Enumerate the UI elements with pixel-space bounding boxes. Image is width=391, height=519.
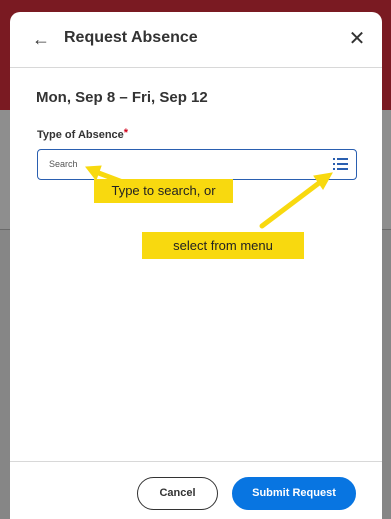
dialog-footer: Cancel Submit Request xyxy=(10,461,382,519)
list-menu-icon[interactable] xyxy=(333,157,348,171)
annotation-callout-search: Type to search, or xyxy=(94,179,233,203)
field-label-text: Type of Absence xyxy=(37,129,124,141)
dialog-header: ← Request Absence ✕ xyxy=(10,12,382,68)
absence-type-search-input[interactable]: Search xyxy=(37,149,357,180)
required-marker: * xyxy=(123,127,129,139)
close-icon[interactable]: ✕ xyxy=(344,26,370,52)
search-placeholder: Search xyxy=(49,159,78,169)
cancel-button[interactable]: Cancel xyxy=(137,477,218,510)
submit-request-button[interactable]: Submit Request xyxy=(232,477,356,510)
dialog-title: Request Absence xyxy=(64,29,198,46)
type-of-absence-label: Type of Absence* xyxy=(37,127,129,141)
back-arrow-icon[interactable]: ← xyxy=(30,28,52,50)
annotation-callout-menu: select from menu xyxy=(142,232,304,259)
request-absence-dialog: ← Request Absence ✕ Mon, Sep 8 – Fri, Se… xyxy=(10,12,382,519)
date-range-heading: Mon, Sep 8 – Fri, Sep 12 xyxy=(36,89,208,106)
